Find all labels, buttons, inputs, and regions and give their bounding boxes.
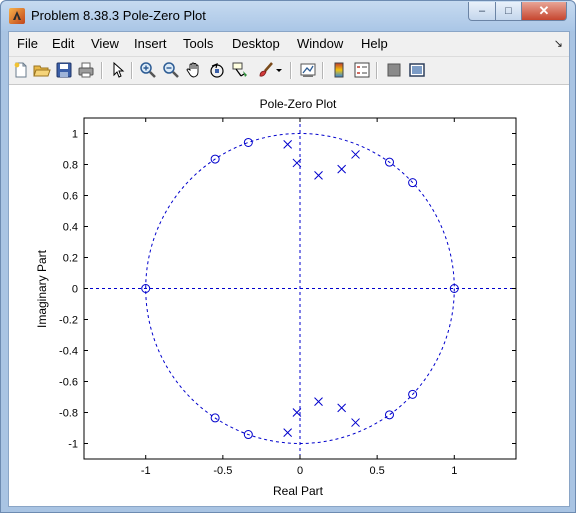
save-icon[interactable] (55, 61, 73, 79)
menu-window[interactable]: Window (297, 36, 343, 51)
toolbar-separator (101, 62, 103, 79)
hide-plot-tools-icon[interactable] (385, 61, 403, 79)
x-tick-label: 0.5 (369, 465, 384, 477)
menu-desktop[interactable]: Desktop (232, 36, 280, 51)
print-icon[interactable] (77, 61, 95, 79)
matlab-logo-icon (9, 8, 25, 24)
x-tick-label: -0.5 (213, 465, 232, 477)
brush-dropdown-icon[interactable] (275, 61, 283, 79)
menu-file[interactable]: File (17, 36, 38, 51)
menu-help[interactable]: Help (361, 36, 388, 51)
y-tick-label: -1 (68, 439, 78, 451)
x-tick-label: 1 (451, 465, 457, 477)
minimize-button[interactable]: – (468, 2, 496, 21)
x-axis-label: Real Part (273, 484, 324, 498)
maximize-button[interactable]: □ (495, 2, 522, 21)
y-tick-label: -0.4 (59, 346, 78, 358)
menu-bar: File Edit View Insert Tools Desktop Wind… (9, 32, 569, 57)
menu-view[interactable]: View (91, 36, 119, 51)
y-tick-label: 0 (72, 284, 78, 296)
y-tick-label: 0.6 (63, 191, 78, 203)
dock-figure-icon[interactable]: ↘ (554, 37, 563, 50)
zoom-out-icon[interactable] (162, 61, 180, 79)
colorbar-icon[interactable] (330, 61, 348, 79)
pole-zero-plot[interactable]: -1 -0.5 0 0.5 1 1 0.8 0.6 0.4 0.2 0 -0.2 -0.4 -0.6 -0.… (9, 85, 569, 506)
y-tick-label: 0.2 (63, 253, 78, 265)
zoom-in-icon[interactable] (139, 61, 157, 79)
figure-window: Problem 8.38.3 Pole-Zero Plot – □ ✕ File… (0, 0, 576, 513)
x-tick-label: -1 (141, 465, 151, 477)
rotate-3d-icon[interactable] (208, 61, 226, 79)
x-tick-label: 0 (297, 465, 303, 477)
toolbar-separator (376, 62, 378, 79)
y-axis-label: Imaginary Part (35, 249, 49, 328)
close-button[interactable]: ✕ (521, 2, 567, 21)
toolbar-separator (322, 62, 324, 79)
window-title: Problem 8.38.3 Pole-Zero Plot (31, 8, 206, 23)
toolbar-separator (131, 62, 133, 79)
data-cursor-icon[interactable] (231, 61, 249, 79)
figure-toolbar (9, 57, 569, 85)
legend-icon[interactable] (353, 61, 371, 79)
chart-title: Pole-Zero Plot (260, 97, 337, 111)
y-tick-label: -0.8 (59, 408, 78, 420)
title-bar[interactable]: Problem 8.38.3 Pole-Zero Plot – □ ✕ (1, 1, 575, 31)
y-tick-label: 1 (72, 129, 78, 141)
brush-icon[interactable] (257, 61, 275, 79)
y-tick-label: 0.8 (63, 160, 78, 172)
toolbar-separator (290, 62, 292, 79)
new-figure-icon[interactable] (12, 61, 30, 79)
open-file-icon[interactable] (33, 61, 51, 79)
figure-client-area: File Edit View Insert Tools Desktop Wind… (8, 31, 570, 507)
y-tick-label: 0.4 (63, 222, 78, 234)
pan-hand-icon[interactable] (185, 61, 203, 79)
edit-plot-arrow-icon[interactable] (109, 61, 127, 79)
y-tick-label: -0.2 (59, 315, 78, 327)
link-plot-icon[interactable] (299, 61, 317, 79)
y-tick-label: -0.6 (59, 377, 78, 389)
menu-tools[interactable]: Tools (183, 36, 213, 51)
show-plot-tools-icon[interactable] (408, 61, 426, 79)
menu-edit[interactable]: Edit (52, 36, 74, 51)
figure-canvas: -1 -0.5 0 0.5 1 1 0.8 0.6 0.4 0.2 0 -0.2 -0.4 -0.6 -0.… (9, 85, 569, 506)
menu-insert[interactable]: Insert (134, 36, 167, 51)
